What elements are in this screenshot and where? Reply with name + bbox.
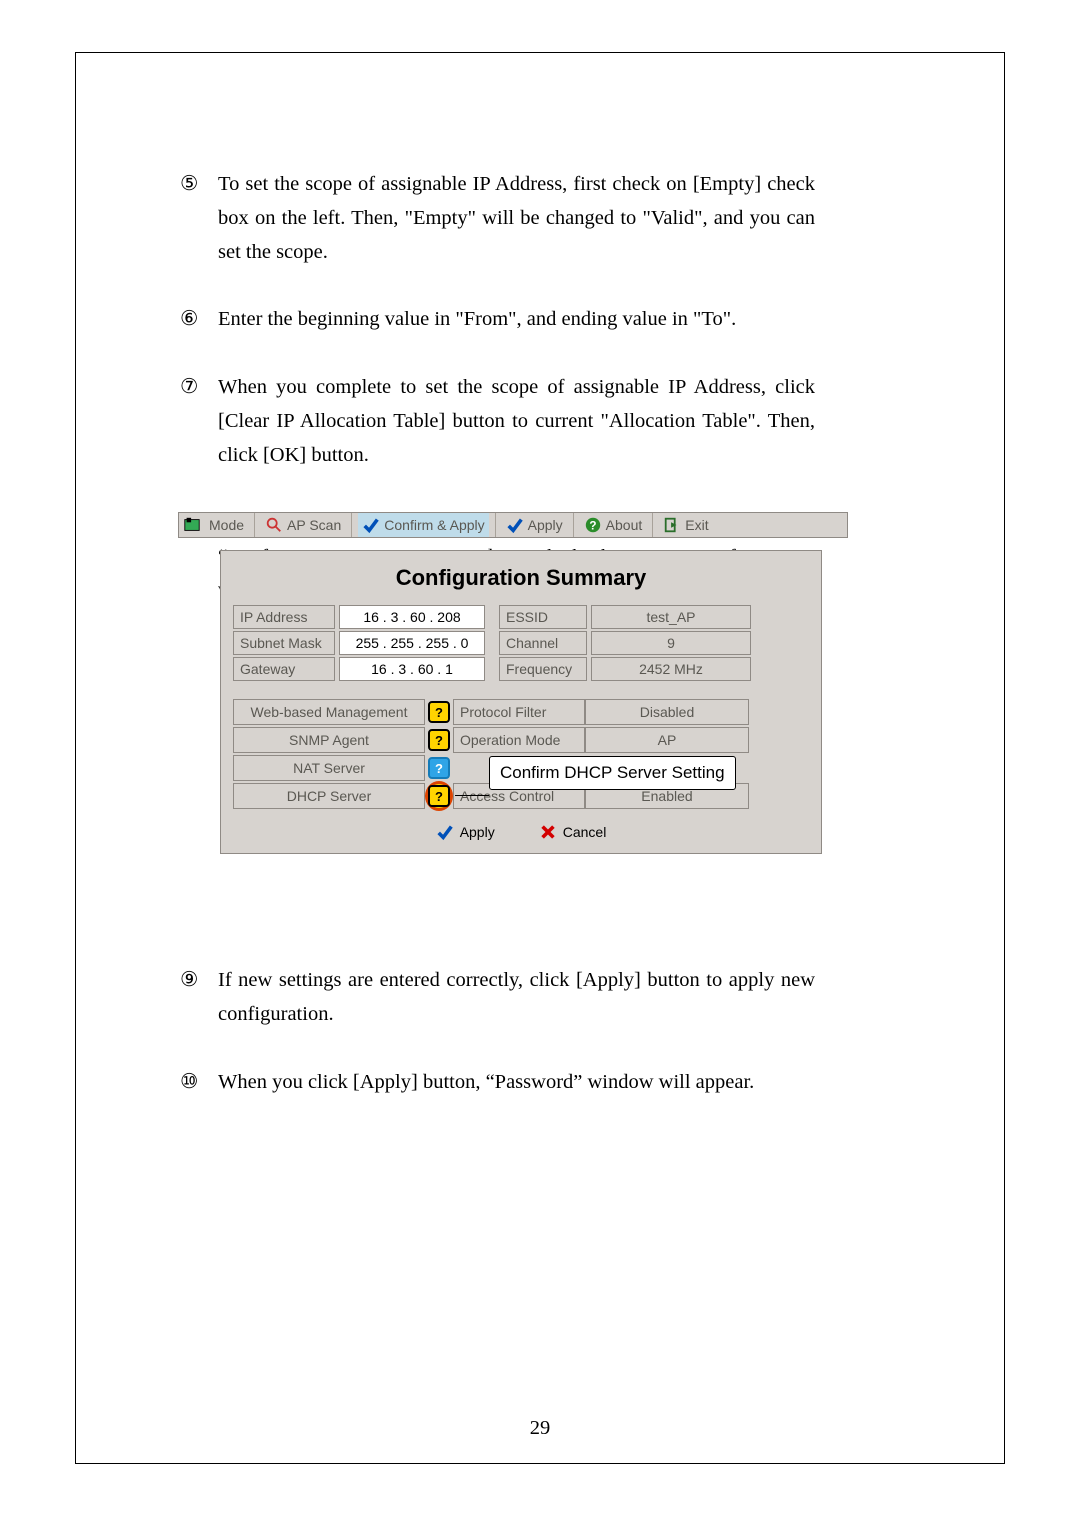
apscan-button[interactable]: AP Scan	[261, 513, 345, 537]
gateway-value: 16 . 3 . 60 . 1	[339, 657, 485, 681]
item-text: Enter the beginning value in "From", and…	[218, 303, 815, 337]
app-toolbar: Mode AP Scan Confirm & Apply	[178, 512, 848, 538]
protocol-filter-label: Protocol Filter	[453, 699, 585, 725]
frequency-label: Frequency	[499, 657, 587, 681]
item-num: ⑤	[180, 168, 204, 269]
toolbar-separator	[254, 513, 255, 537]
close-icon	[539, 823, 557, 841]
confirm-apply-button[interactable]: Confirm & Apply	[358, 513, 488, 537]
mode-label: Mode	[209, 517, 244, 533]
list-item: ⑦ When you complete to set the scope of …	[180, 371, 815, 472]
apply-button-tb[interactable]: Apply	[502, 513, 567, 537]
subnet-value: 255 . 255 . 255 . 0	[339, 631, 485, 655]
gateway-label: Gateway	[233, 657, 335, 681]
essid-label: ESSID	[499, 605, 587, 629]
panel-title: Configuration Summary	[233, 565, 809, 591]
shield-icon: ?	[425, 701, 453, 723]
item-num: ⑩	[180, 1066, 204, 1100]
content-after: ⑨ If new settings are entered correctly,…	[180, 964, 815, 1099]
operation-mode-label: Operation Mode	[453, 727, 585, 753]
toolbar-separator	[573, 513, 574, 537]
toolbar-separator	[652, 513, 653, 537]
page: ⑤ To set the scope of assignable IP Addr…	[0, 0, 1080, 1528]
cancel-label: Cancel	[563, 824, 607, 840]
dhcp-label: DHCP Server	[233, 783, 425, 809]
item-num: ⑨	[180, 964, 204, 1032]
nat-label: NAT Server	[233, 755, 425, 781]
web-mgmt-label: Web-based Management	[233, 699, 425, 725]
list-item: ⑤ To set the scope of assignable IP Addr…	[180, 168, 815, 269]
about-button[interactable]: ? About	[580, 513, 647, 537]
confirm-apply-label: Confirm & Apply	[384, 517, 484, 533]
apscan-label: AP Scan	[287, 517, 341, 533]
search-icon	[265, 516, 283, 534]
apply-label: Apply	[460, 824, 495, 840]
item-text: To set the scope of assignable IP Addres…	[218, 168, 815, 269]
page-number: 29	[0, 1417, 1080, 1440]
apply-button[interactable]: Apply	[426, 821, 505, 843]
operation-mode-value: AP	[585, 727, 749, 753]
exit-button[interactable]: Exit	[659, 513, 712, 537]
about-label: About	[606, 517, 643, 533]
mode-button[interactable]: Mode	[205, 513, 248, 537]
list-item: ⑨ If new settings are entered correctly,…	[180, 964, 815, 1032]
dialog-bottom-buttons: Apply Cancel	[233, 821, 809, 843]
essid-value: test_AP	[591, 605, 751, 629]
list-item: ⑥ Enter the beginning value in "From", a…	[180, 303, 815, 337]
channel-label: Channel	[499, 631, 587, 655]
frequency-value: 2452 MHz	[591, 657, 751, 681]
item-text: If new settings are entered correctly, c…	[218, 964, 815, 1032]
app-icon	[183, 516, 201, 534]
apply-label: Apply	[528, 517, 563, 533]
toolbar-separator	[351, 513, 352, 537]
protocol-filter-value: Disabled	[585, 699, 749, 725]
exit-icon	[663, 516, 681, 534]
item-num: ⑥	[180, 303, 204, 337]
config-summary-panel: Configuration Summary IP Address 16 . 3 …	[220, 550, 822, 854]
item-num: ⑦	[180, 371, 204, 472]
item-text: When you click [Apply] button, “Password…	[218, 1066, 815, 1100]
ip-address-value: 16 . 3 . 60 . 208	[339, 605, 485, 629]
ip-address-label: IP Address	[233, 605, 335, 629]
gateway-row: Gateway 16 . 3 . 60 . 1 Frequency 2452 M…	[233, 657, 809, 681]
subnet-label: Subnet Mask	[233, 631, 335, 655]
services-block: Web-based Management ? Protocol Filter D…	[233, 699, 809, 809]
check-icon	[506, 516, 524, 534]
subnet-row: Subnet Mask 255 . 255 . 255 . 0 Channel …	[233, 631, 809, 655]
list-item: ⑩ When you click [Apply] button, “Passwo…	[180, 1066, 815, 1100]
shield-icon: ?	[425, 729, 453, 751]
toolbar-separator	[495, 513, 496, 537]
channel-value: 9	[591, 631, 751, 655]
shield-icon-circled: ?	[425, 781, 453, 811]
screenshot-area: Mode AP Scan Confirm & Apply	[178, 512, 848, 854]
check-icon	[436, 823, 454, 841]
item-text: When you complete to set the scope of as…	[218, 371, 815, 472]
check-icon	[362, 516, 380, 534]
snmp-label: SNMP Agent	[233, 727, 425, 753]
service-row: SNMP Agent ? Operation Mode AP	[233, 727, 809, 753]
exit-label: Exit	[685, 517, 708, 533]
shield-icon: ?	[425, 757, 453, 779]
callout-box: Confirm DHCP Server Setting	[489, 756, 736, 790]
ip-address-row: IP Address 16 . 3 . 60 . 208 ESSID test_…	[233, 605, 809, 629]
cancel-button[interactable]: Cancel	[529, 821, 617, 843]
callout-line	[455, 795, 489, 796]
info-icon: ?	[584, 516, 602, 534]
service-row: Web-based Management ? Protocol Filter D…	[233, 699, 809, 725]
svg-text:?: ?	[589, 520, 596, 533]
